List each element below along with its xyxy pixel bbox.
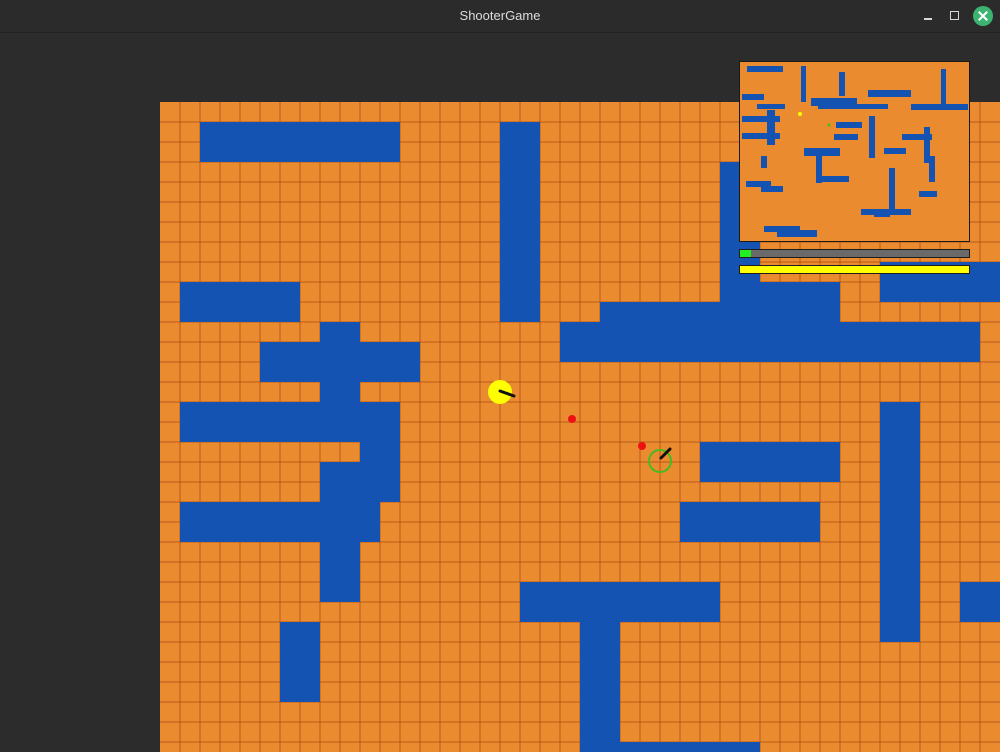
health-bar — [739, 265, 970, 274]
minimap-wall — [818, 104, 888, 109]
minimap-wall — [742, 94, 764, 100]
minimap-wall — [869, 116, 875, 158]
minimap-wall — [834, 134, 858, 140]
minimap-wall — [757, 104, 785, 109]
minimap-wall — [919, 191, 937, 197]
maximize-icon[interactable] — [945, 6, 965, 26]
wall-block — [320, 462, 360, 602]
minimap-wall — [742, 133, 780, 139]
minimap-player-marker — [798, 112, 802, 116]
window-title: ShooterGame — [459, 8, 541, 23]
wall-block — [280, 622, 320, 702]
health-bar-fill — [740, 266, 969, 273]
close-icon[interactable] — [973, 6, 993, 26]
wall-block — [700, 442, 840, 482]
minimize-icon[interactable] — [918, 6, 938, 26]
minimap-wall — [761, 186, 783, 192]
minimap-wall — [767, 110, 775, 145]
wall-block — [260, 342, 420, 382]
minimap-wall — [839, 72, 845, 96]
wall-block — [180, 282, 300, 322]
minimap-wall — [836, 122, 862, 128]
wall-block — [880, 402, 920, 642]
minimap-wall — [911, 104, 968, 110]
minimap-wall — [801, 66, 806, 102]
minimap-floor — [739, 61, 970, 242]
minimap-wall — [761, 156, 767, 168]
minimap-wall — [868, 90, 911, 97]
ammo-bar-fill — [740, 250, 752, 257]
minimap-wall — [884, 148, 906, 154]
minimap-wall — [816, 176, 849, 182]
wall-block — [500, 122, 540, 322]
minimap-wall — [777, 230, 817, 237]
minimap-enemy-marker — [827, 123, 831, 127]
minimap-wall — [929, 156, 935, 182]
wall-block — [620, 742, 760, 752]
ammo-bar — [739, 249, 970, 258]
minimap-wall — [941, 69, 946, 109]
window-titlebar: ShooterGame — [0, 0, 1000, 33]
wall-block — [680, 502, 820, 542]
minimap-wall — [747, 66, 783, 72]
wall-block — [580, 582, 620, 752]
minimap — [739, 61, 970, 242]
bullet — [568, 415, 576, 423]
wall-block — [200, 122, 400, 162]
wall-block — [960, 582, 1000, 622]
minimap-wall — [874, 211, 890, 217]
bullet — [638, 442, 646, 450]
wall-block — [560, 322, 980, 362]
minimap-wall — [889, 168, 895, 213]
